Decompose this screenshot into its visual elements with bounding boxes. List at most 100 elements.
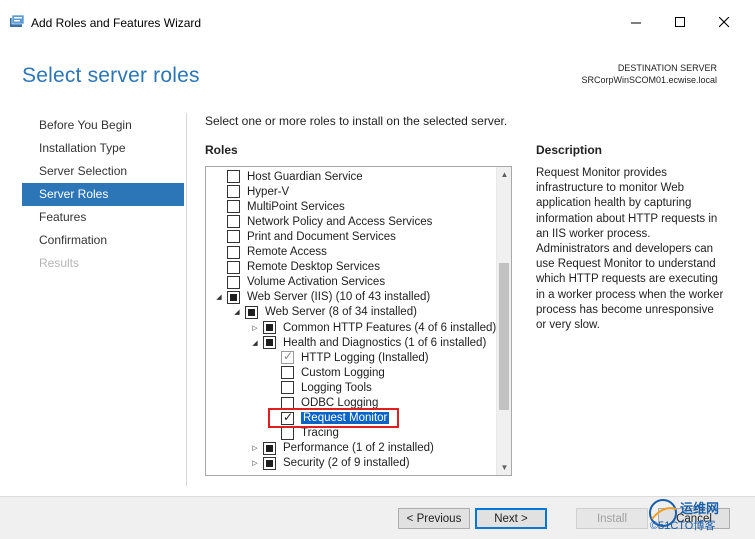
role-row[interactable]: HTTP Logging (Installed): [268, 349, 429, 365]
role-label[interactable]: Print and Document Services: [247, 231, 396, 243]
destination-label: DESTINATION SERVER: [617, 63, 717, 73]
role-checkbox[interactable]: [227, 215, 240, 229]
nav-item-features[interactable]: Features: [22, 206, 184, 229]
role-row[interactable]: Volume Activation Services: [214, 275, 385, 290]
role-checkbox[interactable]: [245, 305, 258, 319]
next-button[interactable]: Next >: [475, 508, 547, 529]
scroll-thumb[interactable]: [499, 263, 509, 410]
nav-item-server-selection[interactable]: Server Selection: [22, 160, 184, 183]
nav-item-confirmation[interactable]: Confirmation: [22, 229, 184, 252]
role-label[interactable]: Common HTTP Features (4 of 6 installed): [283, 322, 496, 334]
role-row[interactable]: MultiPoint Services: [214, 199, 345, 214]
roles-tree[interactable]: ▷ Security (2 of 9 installed) ▷ Performance…: [205, 166, 512, 476]
role-row[interactable]: Hyper-V: [214, 184, 289, 199]
role-row[interactable]: Custom Logging: [268, 365, 385, 380]
role-checkbox[interactable]: [263, 336, 276, 350]
maximize-icon: [674, 16, 685, 27]
role-row[interactable]: Print and Document Services: [214, 229, 396, 244]
previous-button[interactable]: < Previous: [398, 508, 470, 529]
expand-arrow-icon[interactable]: ▷: [250, 441, 260, 456]
role-checkbox[interactable]: [227, 170, 240, 183]
role-row[interactable]: ◢ Web Server (IIS) (10 of 43 installed): [214, 290, 430, 305]
scroll-up-arrow-icon[interactable]: ▲: [497, 167, 511, 182]
role-label[interactable]: MultiPoint Services: [247, 201, 345, 213]
nav-item-results: Results: [39, 256, 80, 270]
role-label[interactable]: Remote Access: [247, 246, 327, 258]
role-row[interactable]: ▷ Performance (1 of 2 installed): [250, 441, 434, 456]
role-label[interactable]: Tracing: [301, 427, 339, 439]
nav-divider: [186, 113, 187, 486]
role-label[interactable]: Remote Desktop Services: [247, 261, 380, 273]
description-text: Request Monitor provides infrastructure …: [536, 167, 724, 332]
watermark-text-2: ©51CTO博客: [650, 520, 716, 532]
minimize-icon: [630, 22, 641, 23]
role-label[interactable]: Custom Logging: [301, 367, 385, 379]
role-row[interactable]: Remote Access: [214, 245, 327, 260]
expand-collapse-icon[interactable]: ◢: [214, 290, 224, 305]
role-checkbox[interactable]: [227, 185, 240, 199]
expand-arrow-icon[interactable]: ▷: [250, 320, 260, 335]
role-row[interactable]: ◢ Health and Diagnostics (1 of 6 installe…: [250, 335, 486, 350]
role-checkbox[interactable]: [227, 260, 240, 274]
maximize-button[interactable]: [658, 8, 702, 36]
role-checkbox[interactable]: [263, 441, 276, 455]
role-row[interactable]: Remote Desktop Services: [214, 260, 380, 275]
install-button[interactable]: Install: [576, 508, 648, 529]
role-checkbox[interactable]: [227, 290, 240, 304]
page-title: Select server roles: [22, 64, 200, 87]
role-row[interactable]: Logging Tools: [268, 380, 372, 395]
expand-collapse-icon[interactable]: ◢: [250, 335, 260, 350]
close-icon: [718, 16, 729, 27]
role-label[interactable]: Volume Activation Services: [247, 276, 385, 288]
scroll-down-arrow-icon[interactable]: ▼: [497, 460, 511, 475]
role-row[interactable]: ▷ Security (2 of 9 installed): [250, 456, 410, 471]
role-checkbox[interactable]: [281, 366, 294, 380]
role-label[interactable]: Web Server (IIS) (10 of 43 installed): [247, 291, 430, 303]
wizard-nav: Before You Begin Installation Type Server …: [22, 114, 184, 275]
role-row[interactable]: Network Policy and Access Services: [214, 214, 432, 229]
role-checkbox[interactable]: [227, 200, 240, 214]
role-label[interactable]: Web Server (8 of 34 installed): [265, 306, 417, 318]
role-label[interactable]: HTTP Logging (Installed): [301, 352, 429, 364]
role-checkbox[interactable]: [281, 426, 294, 440]
role-label[interactable]: Security (2 of 9 installed): [283, 457, 410, 469]
expand-collapse-icon[interactable]: ◢: [232, 305, 242, 320]
role-checkbox[interactable]: [263, 321, 276, 334]
role-checkbox[interactable]: [227, 275, 240, 289]
role-checkbox[interactable]: [281, 381, 294, 395]
role-checkbox[interactable]: [227, 245, 240, 259]
roles-heading: Roles: [205, 143, 238, 157]
watermark-logo: 运维网 ©51CTO博客: [646, 497, 752, 537]
instruction-text: Select one or more roles to install on t…: [205, 114, 508, 128]
close-button[interactable]: [702, 8, 746, 36]
role-label[interactable]: Performance (1 of 2 installed): [283, 442, 434, 454]
role-row[interactable]: Host Guardian Service: [214, 169, 363, 184]
nav-item-server-roles[interactable]: Server Roles: [22, 183, 184, 206]
role-label[interactable]: Logging Tools: [301, 382, 372, 394]
nav-item-installation-type[interactable]: Installation Type: [22, 137, 184, 160]
minimize-button[interactable]: [614, 8, 658, 36]
nav-item-before-you-begin[interactable]: Before You Begin: [22, 114, 184, 137]
role-label[interactable]: Health and Diagnostics (1 of 6 installed…: [283, 337, 486, 349]
role-row[interactable]: ▷ Common HTTP Features (4 of 6 installed): [250, 320, 496, 335]
watermark-text-1: 运维网: [680, 501, 720, 516]
roles-scrollbar[interactable]: ▲ ▼: [496, 167, 511, 475]
destination-server-block: DESTINATION SERVER SRCorpWinSCOM01.ecwis…: [581, 62, 717, 86]
role-checkbox[interactable]: [227, 230, 240, 244]
role-label[interactable]: Host Guardian Service: [247, 171, 363, 183]
title-bar: Add Roles and Features Wizard: [0, 0, 755, 44]
role-checkbox[interactable]: [263, 456, 276, 470]
role-row[interactable]: ◢ Web Server (8 of 34 installed): [232, 305, 417, 320]
wizard-footer: < Previous Next > Install Cancel: [0, 496, 755, 539]
expand-arrow-icon[interactable]: ▷: [250, 456, 260, 471]
role-label[interactable]: Hyper-V: [247, 186, 289, 198]
role-label[interactable]: Network Policy and Access Services: [247, 216, 432, 228]
